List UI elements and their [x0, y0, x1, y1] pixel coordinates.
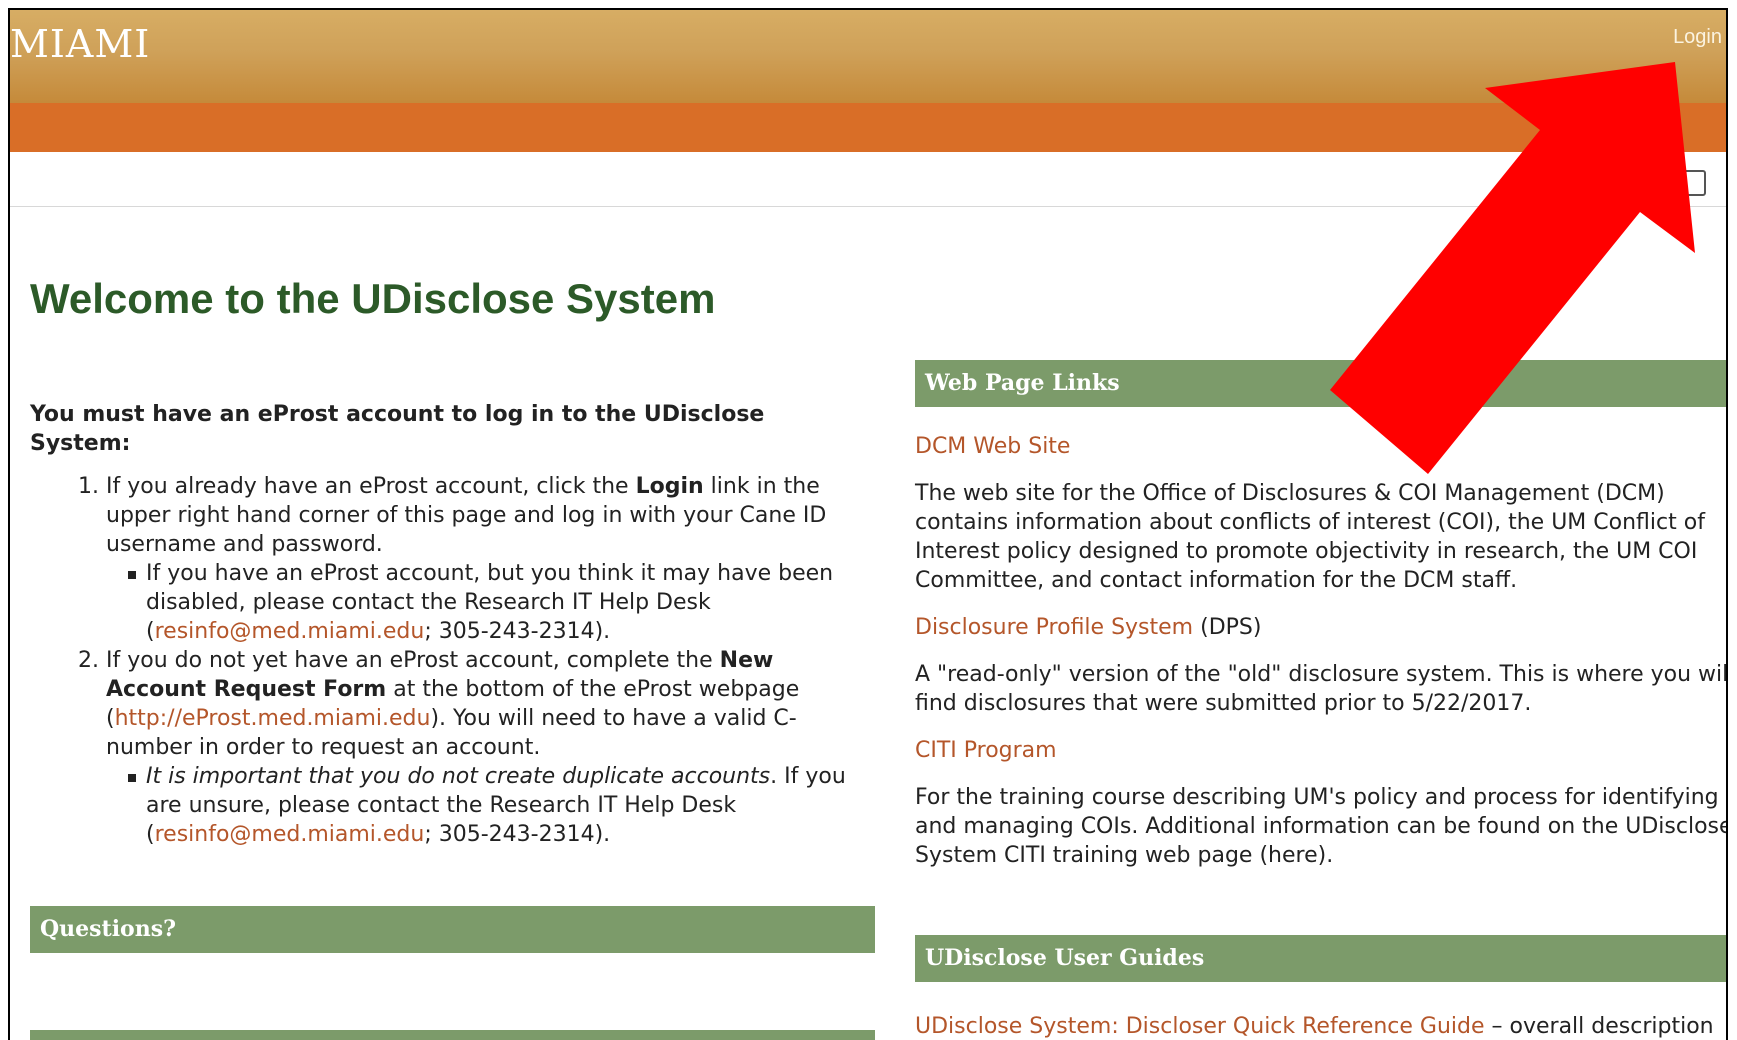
nav-bar [10, 103, 1726, 152]
intro-lead: You must have an eProst account to log i… [30, 402, 765, 456]
user-guides-heading: UDisclose User Guides [915, 935, 1726, 982]
guide-1-link[interactable]: UDisclose System: Discloser Quick Refere… [915, 1014, 1485, 1039]
web-links-heading: Web Page Links [915, 360, 1726, 407]
guide-1-row: UDisclose System: Discloser Quick Refere… [915, 1012, 1726, 1040]
step-1-note-phone: ; 305-243-2314). [424, 619, 611, 644]
step-2: If you do not yet have an eProst account… [106, 646, 875, 849]
dps-description: A "read-only" version of the "old" discl… [915, 662, 1728, 716]
toolbar-strip [10, 152, 1726, 207]
citi-link[interactable]: CITI Program [915, 738, 1057, 763]
login-link[interactable]: Login [1673, 26, 1722, 49]
bullet-square-icon [128, 774, 136, 782]
step-2-note-phone: ; 305-243-2314). [424, 822, 611, 847]
header-bar: MIAMI Login [10, 10, 1726, 103]
browser-frame: MIAMI Login Welcome to the UDisclose Sys… [8, 8, 1728, 1040]
step-1-note: If you have an eProst account, but you t… [124, 559, 875, 646]
step-1: If you already have an eProst account, c… [106, 472, 875, 646]
step-2-sublist: It is important that you do not create d… [106, 762, 875, 849]
citi-title-row: CITI Program [915, 736, 1726, 765]
questions-heading: Questions? [30, 906, 875, 953]
email-link[interactable]: resinfo@med.miami.edu [155, 822, 425, 847]
eprost-link[interactable]: http://eProst.med.miami.edu [115, 706, 431, 731]
web-links-section: DCM Web Site The web site for the Office… [915, 432, 1728, 870]
brand-logo: MIAMI [10, 22, 151, 66]
steps-list: If you already have an eProst account, c… [30, 472, 875, 849]
email-link[interactable]: resinfo@med.miami.edu [155, 619, 425, 644]
step-1-text: If you already have an eProst account, c… [106, 474, 636, 499]
checkbox-icon[interactable] [1682, 170, 1706, 196]
guide-1-desc: – overall description [1484, 1014, 1714, 1039]
dcm-title-row: DCM Web Site [915, 432, 1726, 461]
user-guides-section: UDisclose System: Discloser Quick Refere… [915, 1012, 1726, 1040]
step-2-note: It is important that you do not create d… [124, 762, 875, 849]
dps-suffix: (DPS) [1193, 615, 1262, 640]
dcm-link[interactable]: DCM Web Site [915, 434, 1070, 459]
section-heading-bottom [30, 1030, 875, 1040]
step-2-warning: It is important that you do not create d… [146, 764, 771, 789]
step-1-sublist: If you have an eProst account, but you t… [106, 559, 875, 646]
dps-link[interactable]: Disclosure Profile System [915, 615, 1193, 640]
dcm-description: The web site for the Office of Disclosur… [915, 481, 1705, 593]
citi-description: For the training course describing UM's … [915, 785, 1728, 868]
step-2-text: If you do not yet have an eProst account… [106, 648, 720, 673]
intro-section: You must have an eProst account to log i… [30, 400, 875, 849]
step-1-login-bold: Login [635, 474, 704, 499]
bullet-square-icon [128, 571, 136, 579]
page-title: Welcome to the UDisclose System [30, 275, 716, 322]
dps-title-row: Disclosure Profile System (DPS) [915, 613, 1726, 642]
